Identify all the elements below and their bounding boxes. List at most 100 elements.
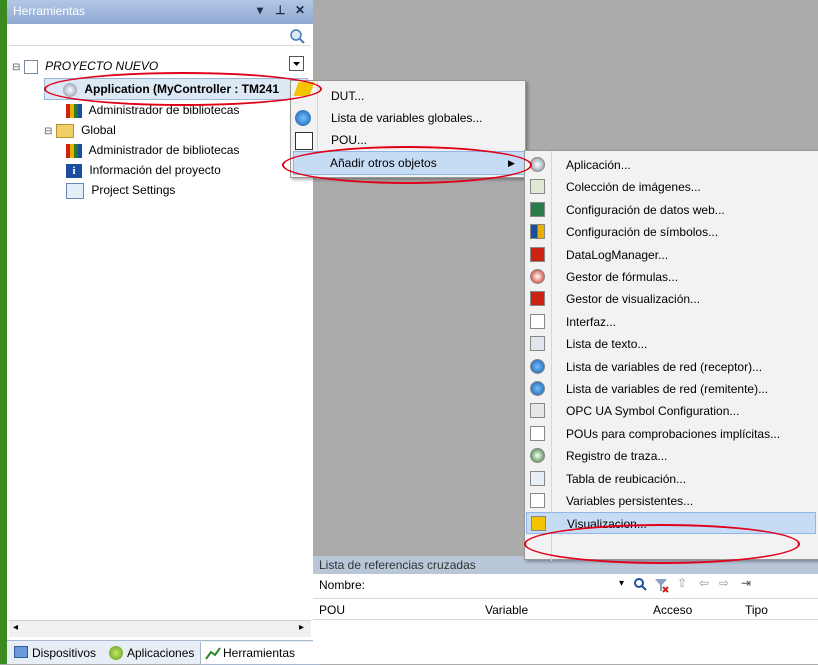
submenu-item-label: DataLogManager...: [566, 247, 669, 262]
pou-icon: [295, 132, 313, 150]
tree-row-project-info[interactable]: i Información del proyecto: [66, 160, 221, 180]
tree-row-application[interactable]: Application (MyController : TM241: [44, 78, 308, 100]
submenu-item-visualization[interactable]: Visualizacion...: [526, 512, 816, 535]
up-icon[interactable]: ⇧: [677, 576, 687, 590]
global-child-label: Project Settings: [91, 183, 176, 197]
pin-icon[interactable]: ⊥: [275, 3, 285, 17]
submenu-item-label: Lista de variables de red (receptor)...: [566, 359, 763, 374]
submenu-item-label: OPC UA Symbol Configuration...: [566, 404, 740, 419]
visualization-icon: [531, 516, 546, 532]
tree-row-global-library[interactable]: Administrador de bibliotecas: [66, 140, 239, 160]
xref-header-row: POU Variable Acceso Tipo: [313, 598, 818, 620]
column-header[interactable]: Tipo: [745, 603, 768, 617]
text-list-icon: [530, 336, 545, 352]
submenu-item-relocation-table[interactable]: Tabla de reubicación...: [526, 468, 816, 490]
menu-item-label: Lista de variables globales...: [331, 111, 483, 125]
menu-item-dut[interactable]: DUT...: [291, 85, 525, 107]
tree-row-app-library[interactable]: Administrador de bibliotecas: [66, 100, 239, 120]
submenu-item-opc-ua[interactable]: OPC UA Symbol Configuration...: [526, 400, 816, 422]
context-menu: DUT... Lista de variables globales... PO…: [290, 80, 526, 179]
network-variables-receiver-icon: [530, 358, 545, 374]
submenu-item-trace[interactable]: Registro de traza...: [526, 445, 816, 467]
menu-item-label: DUT...: [331, 89, 365, 103]
panel-dropdown-icon[interactable]: ▾: [257, 3, 263, 17]
global-child-label: Información del proyecto: [89, 163, 221, 177]
recipe-icon: [530, 269, 545, 284]
submenu-item-network-variables-receiver[interactable]: Lista de variables de red (receptor)...: [526, 356, 816, 378]
submenu-item-image-collection[interactable]: Colección de imágenes...: [526, 176, 816, 198]
submenu-item-visualization-manager[interactable]: Gestor de visualización...: [526, 288, 816, 310]
submenu-item-datalog[interactable]: DataLogManager...: [526, 244, 816, 266]
tools-chart-icon: [205, 647, 221, 660]
global-child-label: Administrador de bibliotecas: [88, 143, 240, 157]
column-header[interactable]: Acceso: [653, 603, 692, 617]
submenu-item-interface[interactable]: Interfaz...: [526, 311, 816, 333]
submenu-item-pou-check[interactable]: POUs para comprobaciones implícitas...: [526, 423, 816, 445]
submenu-item-text-list[interactable]: Lista de texto...: [526, 333, 816, 355]
panel-title: Herramientas: [13, 4, 86, 18]
tab-aplicaciones[interactable]: Aplicaciones: [105, 642, 194, 664]
submenu-item-label: Interfaz...: [566, 314, 617, 329]
interface-icon: [530, 313, 545, 329]
web-data-icon: [530, 201, 545, 217]
submenu-item-network-variables-sender[interactable]: Lista de variables de red (remitente)...: [526, 378, 816, 400]
info-icon: i: [66, 163, 82, 178]
settings-icon: [66, 182, 84, 199]
menu-item-add-other[interactable]: Añadir otros objetos ▶: [293, 151, 525, 175]
datalog-icon: [530, 246, 545, 262]
globe-icon: [295, 110, 311, 126]
library-icon: [66, 143, 82, 158]
submenu-item-label: Variables persistentes...: [566, 494, 694, 508]
column-header[interactable]: POU: [319, 603, 345, 617]
network-variables-sender-icon: [530, 381, 545, 396]
submenu-arrow-icon: ▶: [508, 158, 515, 168]
back-icon[interactable]: ⇦: [699, 576, 709, 590]
name-dropdown-icon[interactable]: ▾: [619, 578, 624, 589]
tree-row-global[interactable]: ⊟ Global: [44, 120, 116, 140]
column-header[interactable]: Variable: [485, 603, 528, 617]
dropdown-arrow-icon[interactable]: [289, 56, 305, 72]
scroll-right-icon[interactable]: ▸: [299, 622, 304, 633]
submenu-item-label: Gestor de fórmulas...: [566, 270, 679, 284]
opc-ua-icon: [530, 403, 545, 419]
submenu-item-web-data[interactable]: Configuración de datos web...: [526, 199, 816, 221]
submenu-item-persistent-variables[interactable]: Variables persistentes...: [526, 490, 816, 512]
menu-item-label: POU...: [331, 133, 368, 147]
close-icon[interactable]: ✕: [295, 3, 305, 17]
submenu-item-label: Lista de texto...: [566, 337, 648, 352]
find-icon[interactable]: [633, 577, 649, 593]
tab-label: Herramientas: [223, 646, 296, 660]
horizontal-scrollbar[interactable]: ◂ ▸: [9, 620, 311, 637]
persistent-variables-icon: [530, 493, 545, 508]
submenu-item-label: Configuración de símbolos...: [566, 225, 719, 240]
menu-item-pou[interactable]: POU...: [291, 129, 525, 151]
name-input[interactable]: [373, 576, 623, 594]
app-library-label: Administrador de bibliotecas: [88, 103, 240, 117]
submenu-item-application[interactable]: Aplicación...: [526, 154, 816, 176]
submenu-item-label: Lista de variables de red (remitente)...: [566, 382, 769, 396]
submenu-item-label: Aplicación...: [566, 158, 631, 172]
submenu-item-label: Configuración de datos web...: [566, 202, 725, 217]
tab-label: Dispositivos: [32, 646, 97, 660]
tree-row-project[interactable]: ⊟ PROYECTO NUEVO: [12, 56, 158, 76]
applications-icon: [109, 646, 123, 660]
pou-check-icon: [530, 425, 545, 441]
submenu-item-label: Visualizacion...: [567, 517, 647, 532]
clear-filter-icon[interactable]: [653, 577, 669, 593]
menu-item-label: Añadir otros objetos: [330, 156, 437, 170]
application-gear-icon: [63, 82, 77, 97]
tab-herramientas[interactable]: Herramientas: [200, 642, 320, 665]
submenu-item-symbol-config[interactable]: Configuración de símbolos...: [526, 221, 816, 243]
tab-dispositivos[interactable]: Dispositivos: [10, 642, 96, 664]
search-icon[interactable]: [289, 28, 305, 44]
submenu-item-recipe[interactable]: Gestor de fórmulas...: [526, 266, 816, 288]
scroll-left-icon[interactable]: ◂: [13, 622, 18, 633]
tree-row-project-settings[interactable]: Project Settings: [66, 180, 175, 200]
trace-icon: [530, 448, 545, 464]
image-collection-icon: [530, 179, 545, 195]
forward-icon[interactable]: ⇨: [719, 576, 729, 590]
menu-item-gvl[interactable]: Lista de variables globales...: [291, 107, 525, 129]
tool-icon[interactable]: ⇥: [741, 576, 751, 590]
tab-label: Aplicaciones: [127, 646, 195, 660]
panel-title-bar: Herramientas ▾ ⊥ ✕: [7, 0, 313, 24]
